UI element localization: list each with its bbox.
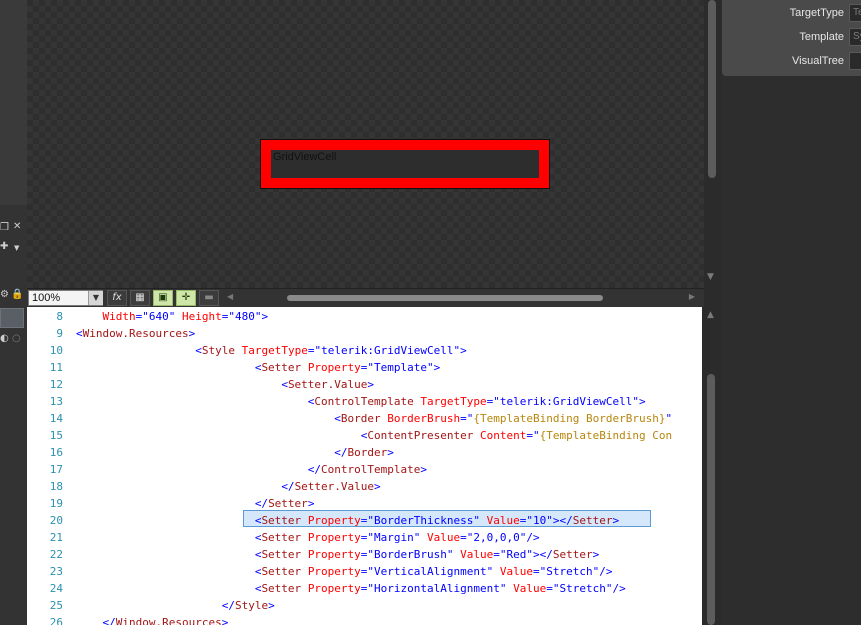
snap-lines-icon[interactable]: ✛ (176, 290, 196, 306)
horizontal-scroll-thumb[interactable] (287, 295, 603, 301)
line-number: 10 (49, 344, 63, 357)
gridviewcell-label: GridViewCell (273, 151, 337, 163)
line-number-gutter: 8 9 10 11 12 13 14 15 16 17 18 19 20 21 22 23 24 25 26 (27, 307, 67, 625)
scroll-up-icon[interactable]: ▲ (707, 310, 714, 320)
link-icon[interactable]: ⚙ (0, 290, 9, 300)
properties-group: TargetType Te Template Sy VisualTree (722, 0, 861, 76)
design-vertical-scrollbar[interactable]: ▼ (704, 0, 721, 288)
scroll-right-icon[interactable]: ▶ (689, 292, 695, 301)
code-line[interactable]: Width="640" Height="480"> (76, 308, 269, 325)
code-line[interactable]: <Setter Property="VerticalAlignment" Val… (76, 563, 613, 580)
code-line[interactable]: <Setter Property="Template"> (76, 359, 440, 376)
code-line[interactable]: <Setter Property="BorderBrush" Value="Re… (76, 546, 599, 563)
code-line[interactable]: </Style> (76, 597, 275, 614)
designer-toolbar: 100% ▼ fx ▦ ▣ ✛ ▬ ◀ ▶ (27, 288, 704, 307)
code-line[interactable]: </Setter.Value> (76, 478, 380, 495)
property-value-template[interactable]: Sy (849, 28, 861, 46)
code-line[interactable]: <Setter Property="Margin" Value="2,0,0,0… (76, 529, 540, 546)
add-icon[interactable]: ✚ (0, 242, 8, 252)
gridviewcell-content: GridViewCell (271, 150, 539, 178)
lock-small-icon[interactable]: ○ (12, 334, 21, 344)
property-label-targettype: TargetType (789, 7, 844, 19)
properties-panel: TargetType Te Template Sy VisualTree (721, 0, 861, 625)
code-line[interactable]: <Window.Resources> (76, 325, 195, 342)
code-line[interactable]: <ControlTemplate TargetType="telerik:Gri… (76, 393, 646, 410)
design-horizontal-scrollbar[interactable]: ◀ ▶ (225, 292, 695, 304)
code-line[interactable]: <Setter Property="HorizontalAlignment" V… (76, 580, 626, 597)
editor-scroll-thumb[interactable] (707, 374, 715, 625)
property-value-visualtree[interactable] (849, 52, 861, 70)
line-number: 12 (49, 378, 63, 391)
scroll-left-icon[interactable]: ◀ (227, 292, 233, 301)
eye-icon[interactable]: ◐ (0, 334, 9, 344)
left-panel-upper (0, 0, 27, 205)
code-line[interactable]: <Style TargetType="telerik:GridViewCell"… (76, 342, 467, 359)
close-icon[interactable]: ✕ (13, 222, 21, 232)
code-line[interactable]: <ContentPresenter Content="{TemplateBind… (76, 427, 672, 444)
line-number: 20 (49, 514, 63, 527)
line-number: 13 (49, 395, 63, 408)
line-number: 25 (49, 599, 63, 612)
code-line[interactable]: </ControlTemplate> (76, 461, 427, 478)
code-line[interactable]: </Border> (76, 444, 394, 461)
line-number: 23 (49, 565, 63, 578)
editor-vertical-scrollbar[interactable]: ▲ (702, 307, 721, 625)
lock-icon[interactable]: 🔒 (11, 290, 23, 300)
chevron-down-icon[interactable]: ▼ (88, 291, 103, 305)
design-surface[interactable]: GridViewCell (27, 0, 704, 288)
line-number: 22 (49, 548, 63, 561)
line-number: 8 (56, 310, 63, 323)
selected-layer-item[interactable] (0, 308, 24, 328)
pin-icon[interactable]: ❒ (0, 223, 9, 233)
chevron-down-icon[interactable]: ▼ (14, 243, 19, 253)
grid-icon[interactable]: ▦ (130, 290, 150, 306)
line-number: 24 (49, 582, 63, 595)
code-line[interactable]: </Setter> (76, 495, 315, 512)
line-number: 14 (49, 412, 63, 425)
property-label-template: Template (799, 31, 844, 43)
line-number: 17 (49, 463, 63, 476)
code-line[interactable]: <Setter Property="BorderThickness" Value… (76, 512, 619, 529)
gridviewcell-border[interactable]: GridViewCell (260, 139, 550, 189)
line-number: 18 (49, 480, 63, 493)
left-tool-strip: ❒ ✕ ✚ ▼ ⚙ 🔒 ◐ ○ (0, 0, 27, 625)
design-scroll-thumb[interactable] (708, 0, 716, 178)
line-number: 15 (49, 429, 63, 442)
xaml-code-editor[interactable]: 8 9 10 11 12 13 14 15 16 17 18 19 20 21 22 23 24 25 26 Wid… (27, 307, 702, 625)
line-number: 16 (49, 446, 63, 459)
line-number: 26 (49, 616, 63, 625)
line-number: 19 (49, 497, 63, 510)
code-line[interactable]: <Setter.Value> (76, 376, 374, 393)
effects-button[interactable]: fx (107, 290, 127, 306)
property-label-visualtree: VisualTree (792, 55, 844, 67)
scroll-down-icon[interactable]: ▼ (707, 272, 714, 282)
line-number: 21 (49, 531, 63, 544)
code-line[interactable]: </Window.Resources> (76, 614, 229, 625)
code-line[interactable]: <Border BorderBrush="{TemplateBinding Bo… (76, 410, 672, 427)
snap-to-grid-icon[interactable]: ▣ (153, 290, 173, 306)
zoom-combobox[interactable]: 100% ▼ (28, 290, 103, 306)
annotation-icon[interactable]: ▬ (199, 290, 219, 306)
property-value-targettype[interactable]: Te (849, 4, 861, 22)
zoom-value: 100% (32, 292, 61, 304)
xaml-designer-window: ❒ ✕ ✚ ▼ ⚙ 🔒 ◐ ○ GridViewCell ▼ TargetTyp… (0, 0, 861, 625)
line-number: 11 (49, 361, 63, 374)
line-number: 9 (56, 327, 63, 340)
